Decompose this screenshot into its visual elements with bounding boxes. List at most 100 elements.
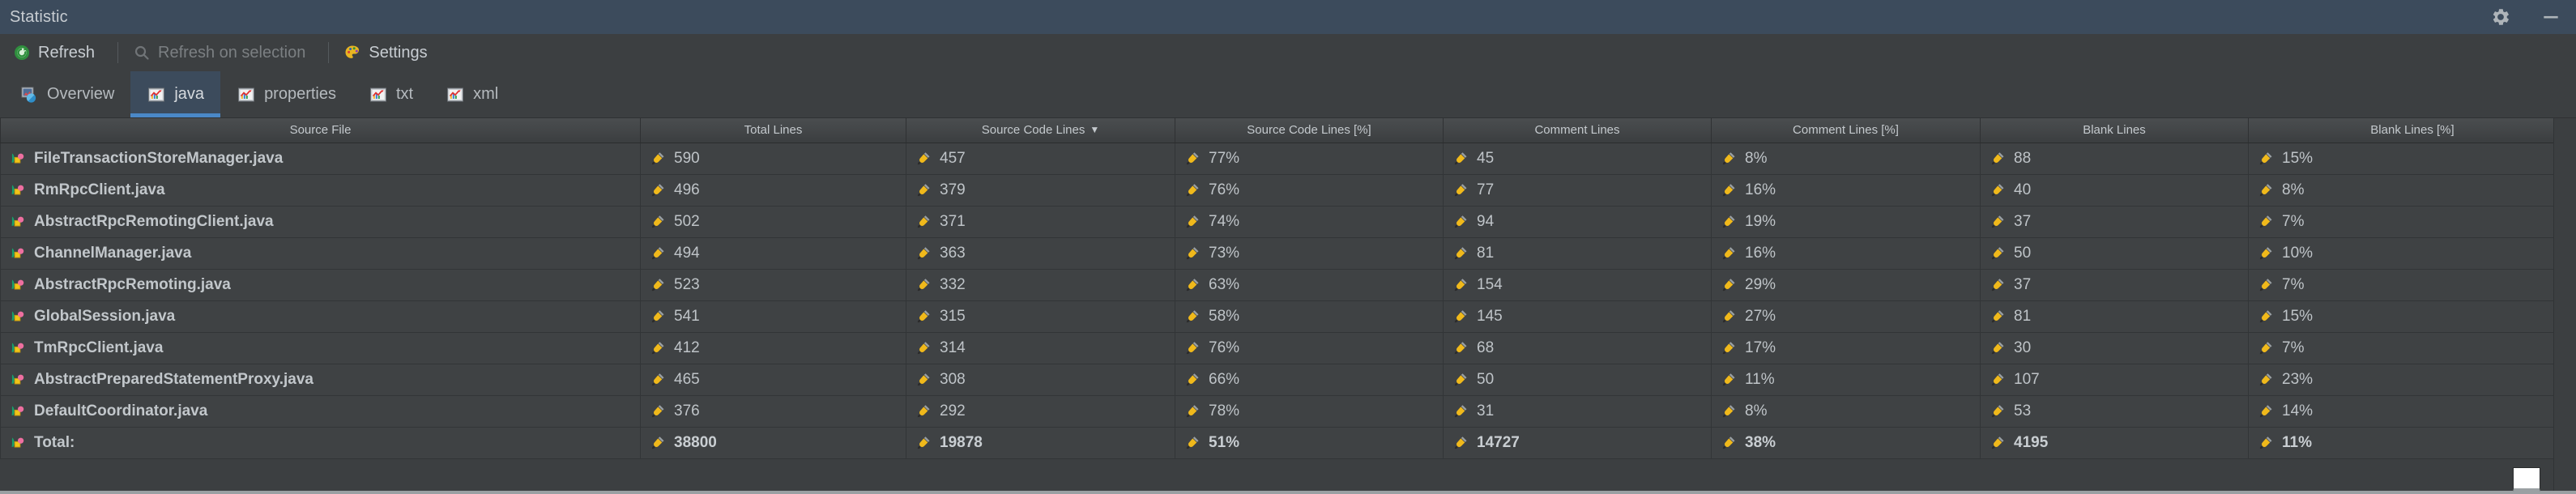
refresh-on-selection-button[interactable]: Refresh on selection: [130, 40, 317, 66]
table-row[interactable]: AbstractRpcRemotingClient.java 502 371 7…: [1, 206, 2576, 237]
chart-icon: [446, 85, 465, 104]
cell-blank-lines-pct: 15%: [2249, 143, 2576, 174]
metric-icon: [1452, 276, 1469, 294]
cell-source-file: GlobalSession.java: [1, 300, 641, 332]
metric-icon: [2257, 308, 2275, 326]
tab-java[interactable]: java: [130, 71, 220, 117]
cell-source-code-lines-pct-value: 78%: [1209, 402, 1239, 420]
cell-blank-lines-pct-value: 10%: [2282, 245, 2313, 262]
cell-comment-lines-value: 50: [1477, 371, 1494, 389]
cell-comment-lines-pct: 16%: [1712, 237, 1981, 269]
cell-comment-lines-pct: 29%: [1712, 269, 1981, 300]
col-header-source-file[interactable]: Source File: [1, 118, 641, 143]
cell-blank-lines-pct-value: 8%: [2282, 181, 2304, 199]
tab-xml[interactable]: xml: [429, 71, 514, 117]
cell-source-code-lines-pct: 74%: [1175, 206, 1444, 237]
cell-total-lines: 465: [641, 364, 906, 395]
metric-icon: [915, 308, 932, 326]
cell-blank-lines: 50: [1981, 237, 2249, 269]
cell-blank-lines: 37: [1981, 269, 2249, 300]
resize-handle[interactable]: [2513, 467, 2540, 492]
metric-icon: [2257, 402, 2275, 420]
cell-total-lines-value: 376: [674, 402, 700, 420]
cell-source-code-lines-pct-value: 63%: [1209, 276, 1239, 294]
cell-blank-lines-value: 37: [2014, 276, 2031, 294]
cell-blank-lines-pct: 7%: [2249, 269, 2576, 300]
chart-icon: [237, 85, 256, 104]
tab-txt[interactable]: txt: [352, 71, 429, 117]
cell-total-lines-value: 412: [674, 339, 700, 357]
metric-icon: [649, 339, 667, 357]
cell-source-code-lines-value: 315: [940, 308, 966, 326]
refresh-button[interactable]: Refresh: [10, 40, 106, 66]
metric-icon: [2257, 181, 2275, 199]
table-total-row[interactable]: Total: 38800 19878 51% 14727 38% 4195 11…: [1, 427, 2576, 458]
cell-source-code-lines-pct-value: 74%: [1209, 213, 1239, 231]
cell-comment-lines-value: 154: [1477, 276, 1503, 294]
table-row[interactable]: AbstractRpcRemoting.java 523 332 63% 154…: [1, 269, 2576, 300]
col-header-comment-lines[interactable]: Comment Lines: [1444, 118, 1712, 143]
cell-comment-lines-pct-value: 16%: [1745, 245, 1776, 262]
sort-descending-icon: ▼: [1090, 124, 1099, 135]
metric-icon: [2257, 371, 2275, 389]
col-header-blank-lines[interactable]: Blank Lines: [1981, 118, 2249, 143]
table-row[interactable]: GlobalSession.java 541 315 58% 145 27% 8…: [1, 300, 2576, 332]
cell-source-code-lines: 315: [906, 300, 1175, 332]
cell-total-lines: 494: [641, 237, 906, 269]
metric-icon: [915, 181, 932, 199]
cell-total-lines-value: 38800: [674, 434, 717, 452]
search-icon: [133, 44, 151, 62]
cell-total-lines: 412: [641, 332, 906, 364]
metric-icon: [915, 245, 932, 262]
cell-comment-lines-pct-value: 29%: [1745, 276, 1776, 294]
col-header-comment-lines-pct-label: Comment Lines [%]: [1793, 123, 1899, 137]
metric-icon: [1720, 339, 1738, 357]
tab-overview-label: Overview: [47, 85, 114, 104]
col-header-source-code-lines[interactable]: Source Code Lines▼: [906, 118, 1175, 143]
filetype-tabbar: Overview java: [0, 71, 2576, 118]
cell-source-file-value: GlobalSession.java: [34, 308, 175, 326]
metric-icon: [1989, 276, 2007, 294]
cell-blank-lines-value: 40: [2014, 181, 2031, 199]
metric-icon: [2257, 339, 2275, 357]
table-row[interactable]: ChannelManager.java 494 363 73% 81 16% 5…: [1, 237, 2576, 269]
cell-blank-lines-pct-value: 7%: [2282, 276, 2304, 294]
cell-comment-lines-value: 68: [1477, 339, 1494, 357]
metric-icon: [1989, 308, 2007, 326]
cell-source-code-lines-pct-value: 76%: [1209, 339, 1239, 357]
col-header-total-lines[interactable]: Total Lines: [641, 118, 906, 143]
metric-icon: [1452, 245, 1469, 262]
cell-source-code-lines-pct: 58%: [1175, 300, 1444, 332]
cell-comment-lines: 31: [1444, 395, 1712, 427]
cell-source-code-lines: 314: [906, 332, 1175, 364]
metric-icon: [1452, 402, 1469, 420]
table-row[interactable]: DefaultCoordinator.java 376 292 78% 31 8…: [1, 395, 2576, 427]
cell-blank-lines: 81: [1981, 300, 2249, 332]
cell-source-code-lines-pct-value: 76%: [1209, 181, 1239, 199]
cell-blank-lines-value: 30: [2014, 339, 2031, 357]
cell-blank-lines: 88: [1981, 143, 2249, 174]
source-file-icon: [9, 213, 27, 231]
minimize-icon[interactable]: [2540, 6, 2561, 28]
cell-comment-lines-pct: 17%: [1712, 332, 1981, 364]
metric-icon: [1452, 339, 1469, 357]
table-row[interactable]: FileTransactionStoreManager.java 590 457…: [1, 143, 2576, 174]
cell-source-file: Total:: [1, 427, 641, 458]
cell-total-lines-value: 541: [674, 308, 700, 326]
table-row[interactable]: TmRpcClient.java 412 314 76% 68 17% 30 7…: [1, 332, 2576, 364]
table-row[interactable]: RmRpcClient.java 496 379 76% 77 16% 40 8…: [1, 174, 2576, 206]
table-row[interactable]: AbstractPreparedStatementProxy.java 465 …: [1, 364, 2576, 395]
col-header-comment-lines-pct[interactable]: Comment Lines [%]: [1712, 118, 1981, 143]
cell-source-file: DefaultCoordinator.java: [1, 395, 641, 427]
gear-icon[interactable]: [2490, 6, 2511, 28]
settings-button[interactable]: Settings: [340, 40, 438, 66]
metric-icon: [649, 308, 667, 326]
cell-source-code-lines: 457: [906, 143, 1175, 174]
tab-overview[interactable]: Overview: [3, 71, 130, 117]
source-file-icon: [9, 276, 27, 294]
col-header-source-code-lines-pct[interactable]: Source Code Lines [%]: [1175, 118, 1444, 143]
cell-source-file: RmRpcClient.java: [1, 174, 641, 206]
cell-total-lines: 523: [641, 269, 906, 300]
tab-properties[interactable]: properties: [220, 71, 352, 117]
col-header-blank-lines-pct[interactable]: Blank Lines [%]: [2249, 118, 2576, 143]
